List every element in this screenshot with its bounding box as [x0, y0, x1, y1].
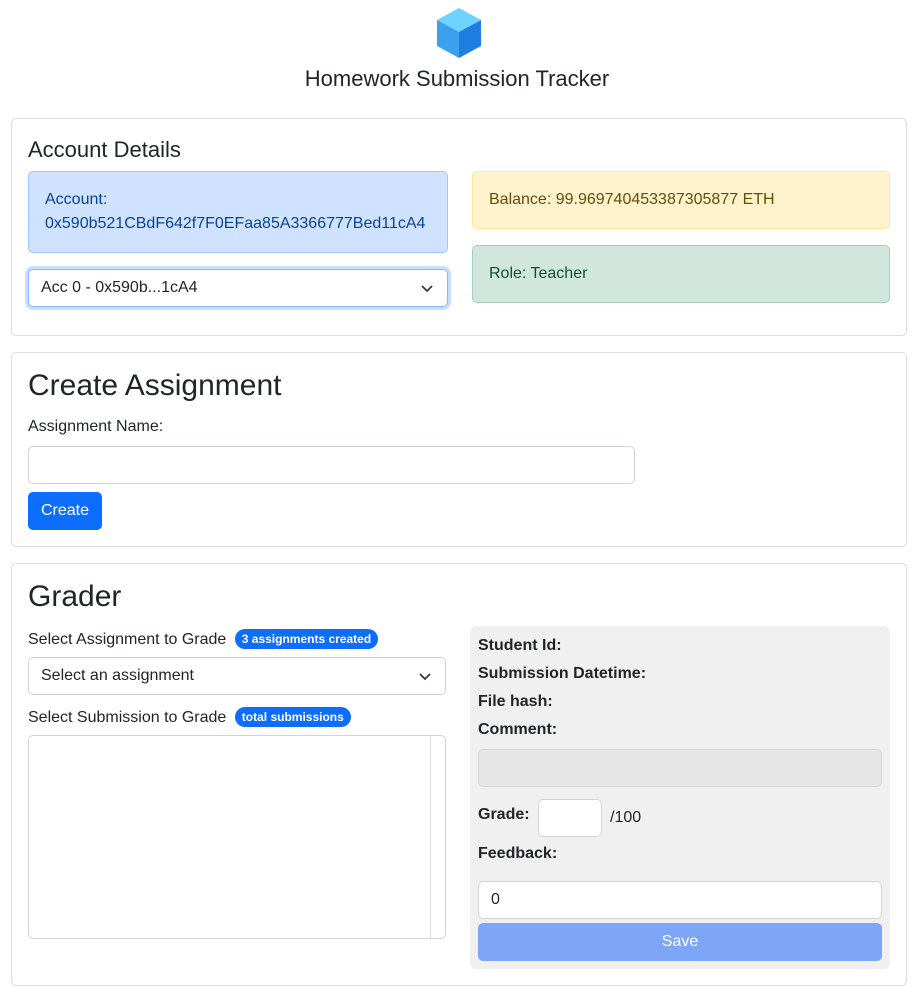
grader-card: Grader Select Assignment to Grade 3 assi… — [11, 563, 907, 986]
grader-heading: Grader — [28, 580, 122, 613]
grade-label: Grade: — [478, 806, 530, 823]
account-details-heading: Account Details — [28, 137, 181, 162]
feedback-input[interactable]: 0 — [478, 881, 882, 919]
account-select[interactable]: Acc 0 - 0x590b...1cA4 — [28, 269, 448, 307]
feedback-label: Feedback: — [478, 845, 558, 862]
comment-field — [478, 749, 882, 787]
account-select-value: Acc 0 - 0x590b...1cA4 — [41, 279, 198, 296]
chevron-down-icon — [421, 285, 433, 293]
role-text: Role: Teacher — [489, 265, 588, 282]
select-assignment-text: Select Assignment to Grade — [28, 631, 227, 648]
account-label: Account: — [45, 191, 108, 208]
select-submission-text: Select Submission to Grade — [28, 709, 227, 726]
balance-alert: Balance: 99.969740453387305877 ETH — [472, 171, 890, 229]
cube-logo-icon — [437, 8, 481, 58]
submission-listbox[interactable] — [28, 735, 446, 939]
select-assignment-label: Select Assignment to Grade 3 assignments… — [28, 629, 379, 649]
chevron-down-icon — [419, 673, 431, 681]
assignment-name-label: Assignment Name: — [28, 418, 164, 435]
account-alert: Account: 0x590b521CBdF642f7F0EFaa85A3366… — [28, 171, 448, 253]
account-details-card: Account Details Account: 0x590b521CBdF64… — [11, 118, 907, 336]
comment-label: Comment: — [478, 721, 558, 738]
grade-max-label: /100 — [610, 809, 642, 826]
submission-datetime-label: Submission Datetime: — [478, 665, 647, 682]
balance-text: Balance: 99.969740453387305877 ETH — [489, 191, 775, 208]
select-submission-label: Select Submission to Grade total submiss… — [28, 707, 351, 727]
assignment-select[interactable]: Select an assignment — [28, 657, 446, 695]
file-hash-label: File hash: — [478, 693, 553, 710]
submissions-count-badge: total submissions — [234, 707, 351, 727]
app-title: Homework Submission Tracker — [304, 66, 610, 91]
student-id-label: Student Id: — [478, 637, 562, 654]
submission-details-panel: Student Id: Submission Datetime: File ha… — [470, 626, 890, 969]
create-assignment-heading: Create Assignment — [28, 369, 282, 402]
role-alert: Role: Teacher — [472, 245, 890, 303]
assignment-select-value: Select an assignment — [41, 667, 194, 684]
assignments-count-badge: 3 assignments created — [234, 629, 379, 649]
account-address: 0x590b521CBdF642f7F0EFaa85A3366777Bed11c… — [45, 215, 426, 232]
assignment-name-input[interactable] — [28, 446, 635, 484]
create-assignment-card: Create Assignment Assignment Name: Creat… — [11, 352, 907, 547]
create-button[interactable]: Create — [28, 492, 102, 530]
grade-input[interactable] — [538, 799, 602, 837]
save-button[interactable]: Save — [478, 923, 882, 961]
submission-listbox-scrollbar[interactable] — [430, 736, 445, 938]
